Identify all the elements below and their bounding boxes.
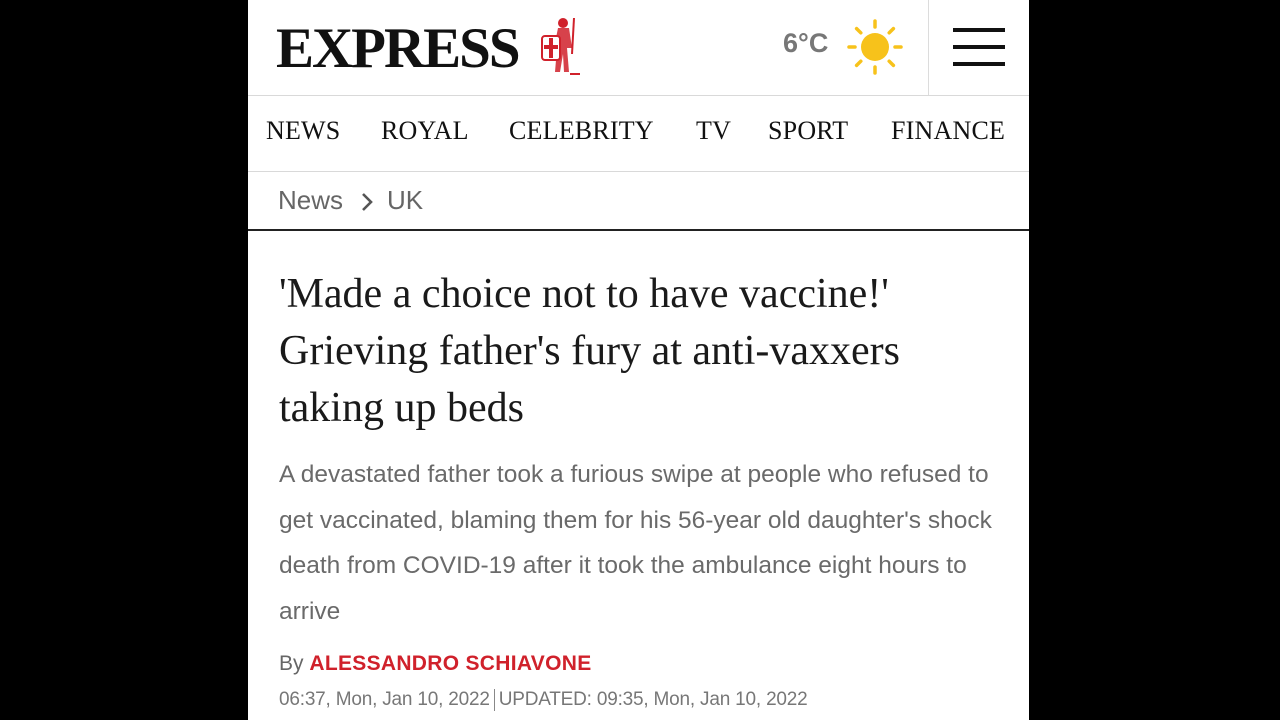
nav-item-sport[interactable]: SPORT — [768, 116, 848, 146]
updated-time: UPDATED: 09:35, Mon, Jan 10, 2022 — [498, 689, 808, 711]
top-bar: EXPRESS 6°C — [248, 0, 1029, 96]
article-page: EXPRESS 6°C NEWS ROYAL CELEBRITY TV SPOR… — [248, 0, 1029, 720]
hamburger-menu-icon[interactable] — [953, 28, 1005, 68]
express-logo[interactable]: EXPRESS — [276, 17, 521, 81]
nav-item-tv[interactable]: TV — [696, 116, 731, 146]
breadcrumb-uk[interactable]: UK — [387, 185, 423, 216]
section-nav: NEWS ROYAL CELEBRITY TV SPORT FINANCE — [248, 96, 1029, 172]
author-link[interactable]: ALESSANDRO SCHIAVONE — [309, 652, 591, 675]
breadcrumb: News UK — [248, 172, 1029, 231]
article-standfirst: A devastated father took a furious swipe… — [279, 461, 992, 625]
nav-item-royal[interactable]: ROYAL — [381, 116, 469, 146]
byline-prefix: By — [279, 652, 304, 675]
nav-item-celebrity[interactable]: CELEBRITY — [509, 116, 654, 146]
byline: By ALESSANDRO SCHIAVONE — [279, 652, 592, 676]
nav-item-news[interactable]: NEWS — [266, 116, 340, 146]
weather-temperature: 6°C — [783, 28, 829, 58]
chevron-right-icon — [362, 193, 373, 211]
published-time: 06:37, Mon, Jan 10, 2022 — [279, 689, 490, 711]
article-headline: 'Made a choice not to have vaccine!' Gri… — [279, 271, 900, 431]
dateline: 06:37, Mon, Jan 10, 2022 UPDATED: 09:35, … — [279, 689, 808, 711]
breadcrumb-news[interactable]: News — [278, 185, 343, 216]
menu-divider — [928, 0, 929, 95]
crusader-knight-icon — [541, 17, 580, 75]
nav-item-finance[interactable]: FINANCE — [891, 116, 1005, 146]
date-separator — [493, 689, 495, 711]
sun-icon — [847, 19, 903, 75]
